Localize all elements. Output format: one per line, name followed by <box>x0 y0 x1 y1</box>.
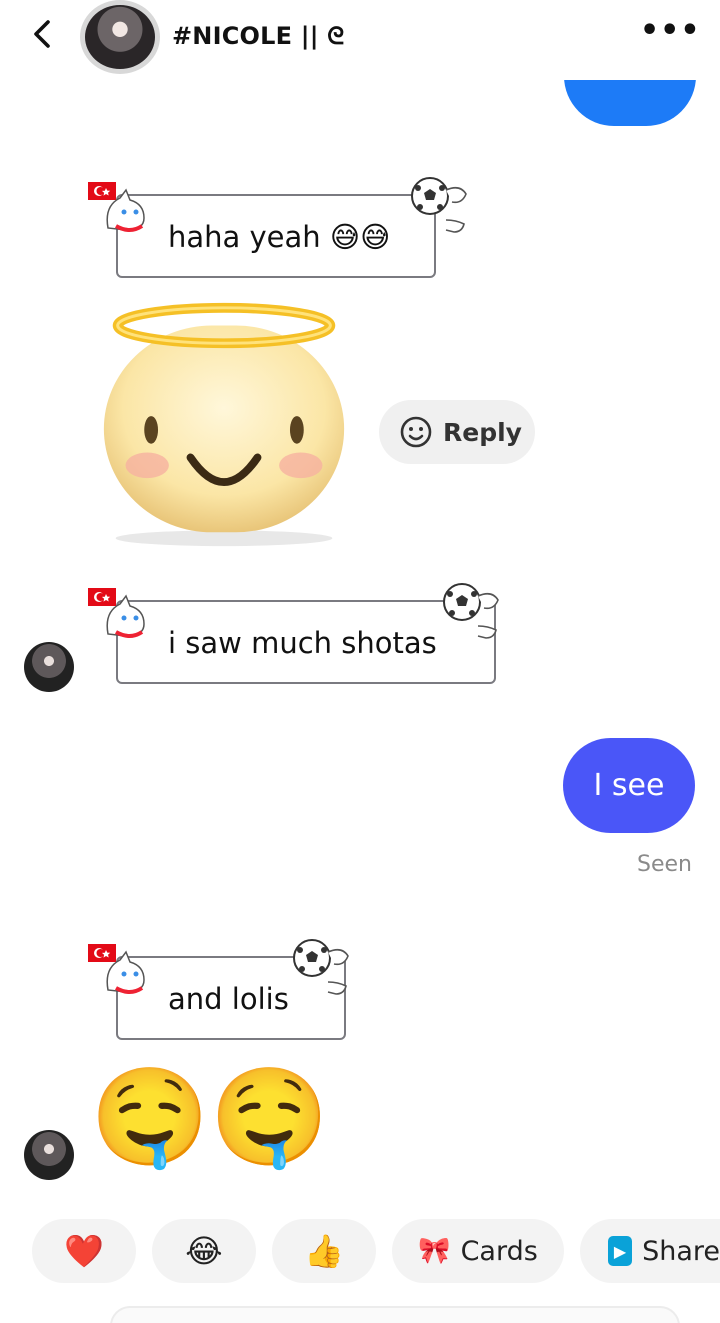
seen-status: Seen <box>637 852 692 877</box>
cat-flag-sticker-icon <box>88 944 145 994</box>
smiley-icon <box>400 416 432 448</box>
soccer-ball-sticker-icon <box>293 939 349 995</box>
cat-flag-sticker-icon <box>88 182 145 232</box>
ribbon-icon: 🎀 <box>418 1236 451 1266</box>
heart-icon: ❤️ <box>64 1232 104 1270</box>
back-icon[interactable] <box>22 14 62 54</box>
received-bubble[interactable]: i saw much shotas <box>86 582 506 692</box>
drooling-emoji-message[interactable]: 🤤🤤 <box>90 1062 329 1172</box>
quick-reply-heart[interactable]: ❤️ <box>32 1219 136 1283</box>
contact-avatar-small[interactable] <box>24 1130 74 1180</box>
message-text: i saw much shotas <box>168 626 437 660</box>
quick-reply-thumbs-up[interactable]: 👍 <box>272 1219 376 1283</box>
cards-label: Cards <box>460 1235 538 1267</box>
reply-label: Reply <box>443 417 522 447</box>
cards-button[interactable]: 🎀 Cards <box>392 1219 564 1283</box>
chat-header: #NICOLE || ᘓ ••• <box>0 0 720 80</box>
contact-username[interactable]: #NICOLE || ᘓ <box>172 22 344 50</box>
angel-emoji-sticker[interactable] <box>96 296 352 552</box>
share-button[interactable]: ▶ Share <box>580 1219 720 1283</box>
received-bubble[interactable]: haha yeah 😅😅 <box>86 176 476 286</box>
contact-avatar[interactable] <box>80 0 160 74</box>
message-text: and lolis <box>168 982 289 1016</box>
laughing-emoji-icon: 😂 <box>185 1232 223 1270</box>
message-input-bar[interactable] <box>110 1306 680 1323</box>
share-label: Share <box>642 1235 720 1267</box>
sent-bubble[interactable]: I see <box>563 738 695 833</box>
soccer-ball-sticker-icon <box>443 583 499 639</box>
play-icon: ▶ <box>608 1236 633 1266</box>
message-text: haha yeah 😅😅 <box>168 220 391 254</box>
more-icon[interactable]: ••• <box>640 16 700 46</box>
message-text: I see <box>593 768 665 803</box>
quick-reply-laugh[interactable]: 😂 <box>152 1219 256 1283</box>
thumbs-up-icon: 👍 <box>304 1232 344 1270</box>
contact-avatar-small[interactable] <box>24 642 74 692</box>
soccer-ball-sticker-icon <box>411 177 467 233</box>
cat-flag-sticker-icon <box>88 588 145 638</box>
reply-button[interactable]: Reply <box>379 400 535 464</box>
received-bubble[interactable]: and lolis <box>86 938 356 1048</box>
